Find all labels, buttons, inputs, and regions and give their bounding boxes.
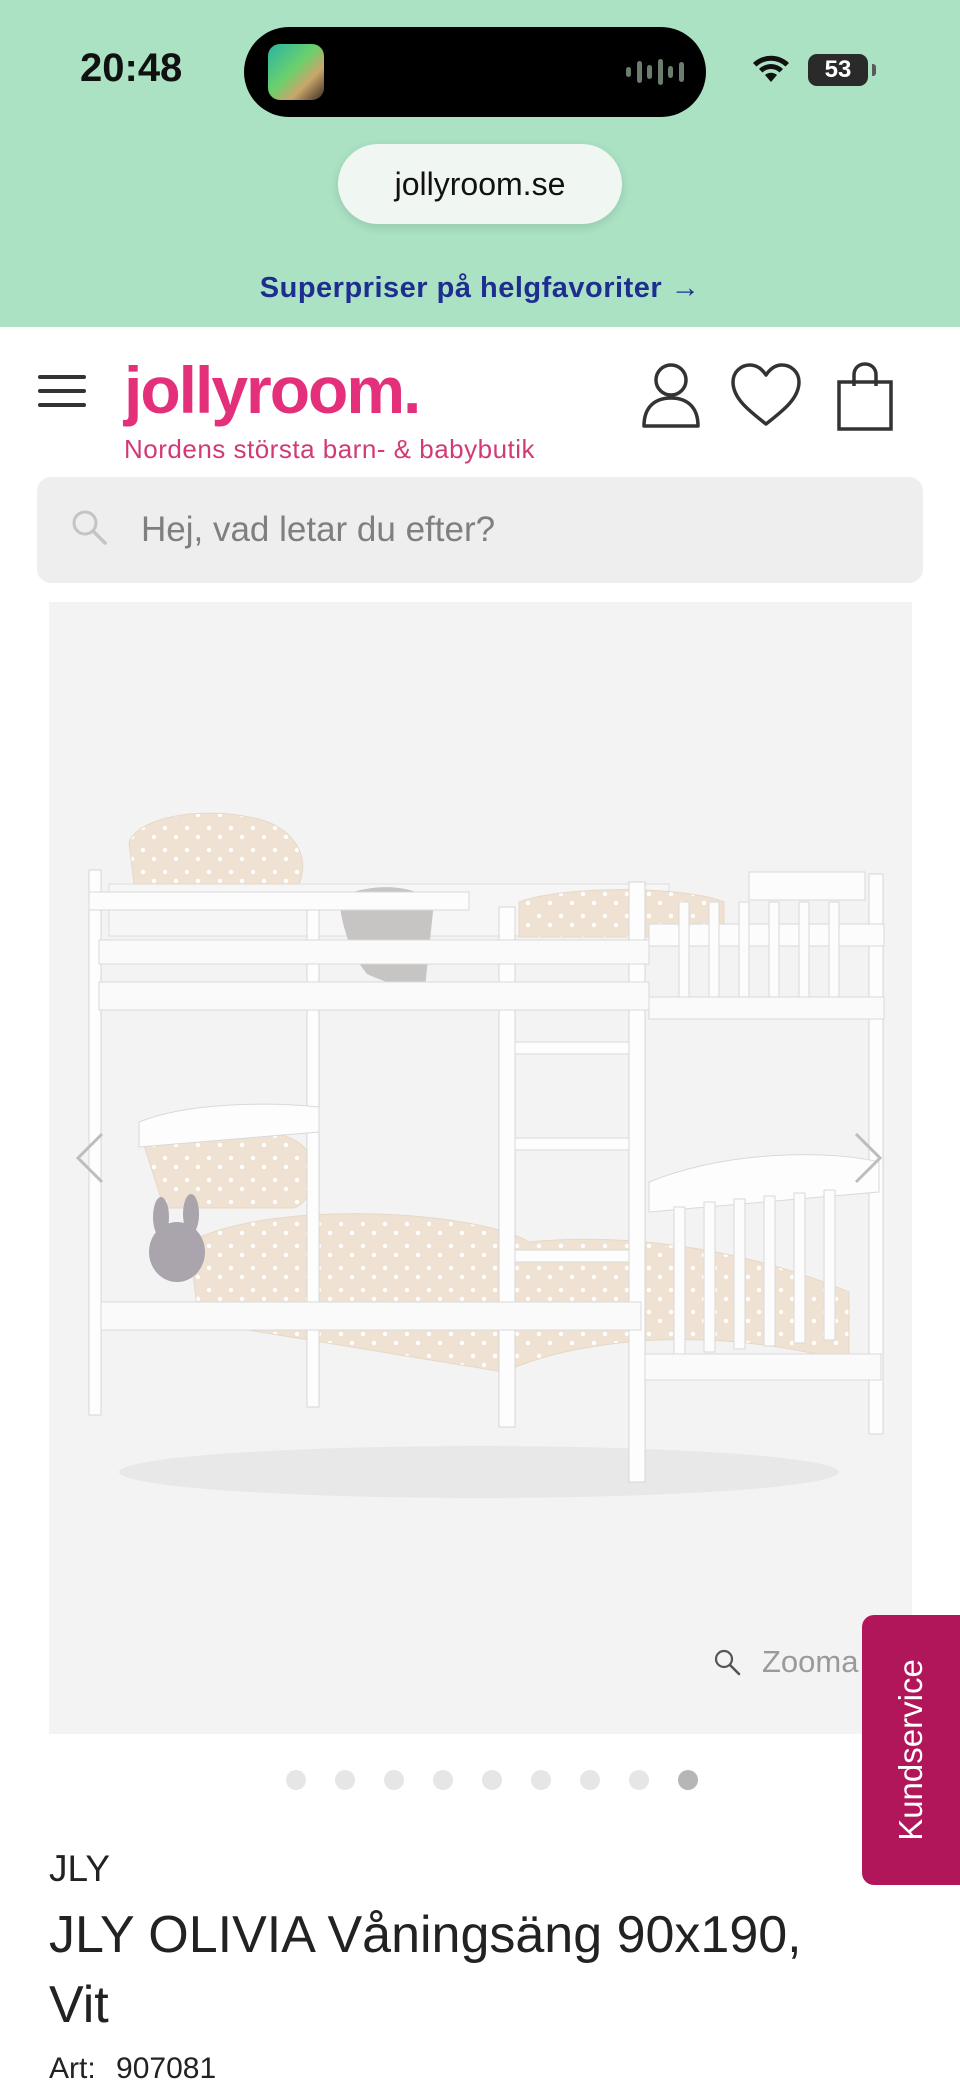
cart-icon[interactable] [836,362,894,432]
audio-wave-icon [626,57,684,87]
dynamic-island [244,27,706,117]
zoom-label: Zooma [762,1644,859,1679]
gallery-dot[interactable] [335,1770,355,1790]
gallery-dot[interactable] [286,1770,306,1790]
gallery-dot[interactable] [629,1770,649,1790]
site-logo[interactable]: jollyroom. [124,352,421,428]
product-image[interactable] [49,602,912,1734]
gallery-dot[interactable] [433,1770,453,1790]
product-brand[interactable]: JLY [49,1848,110,1890]
next-image-arrow-icon[interactable] [852,1130,884,1186]
battery-indicator: 53 [808,54,876,86]
url-bar[interactable]: jollyroom.se [338,144,622,224]
zoom-button[interactable]: Zooma [712,1644,858,1680]
gallery-dot[interactable] [482,1770,502,1790]
site-tagline: Nordens största barn- & babybutik [124,434,536,464]
heart-icon[interactable] [730,362,802,428]
customer-service-label: Kundservice [892,1659,929,1841]
gallery-dot-active[interactable] [678,1770,698,1790]
bunk-bed-image [88,812,885,1498]
article-number: Art: 907081 [49,2052,216,2081]
gallery-dot[interactable] [580,1770,600,1790]
wifi-icon [753,55,789,82]
promo-banner-link[interactable]: Superpriser på helgfavoriter → [0,272,960,305]
customer-service-tab[interactable]: Kundservice [862,1615,960,1885]
article-number-value: 907081 [116,2052,217,2081]
user-icon[interactable] [640,362,702,428]
gallery-dot[interactable] [531,1770,551,1790]
status-time: 20:48 [80,46,183,90]
search-input[interactable] [141,477,901,583]
search-bar[interactable] [37,477,923,583]
gallery-dot[interactable] [384,1770,404,1790]
magnifier-icon [714,1649,741,1676]
product-title: JLY OLIVIA Våningsäng 90x190, Vit [49,1906,802,2034]
menu-icon[interactable] [38,375,86,407]
previous-image-arrow-icon[interactable] [74,1130,106,1186]
gallery-pagination [286,1770,698,1790]
now-playing-artwork [268,44,324,100]
search-icon [72,510,107,545]
article-number-label: Art: [49,2052,96,2081]
